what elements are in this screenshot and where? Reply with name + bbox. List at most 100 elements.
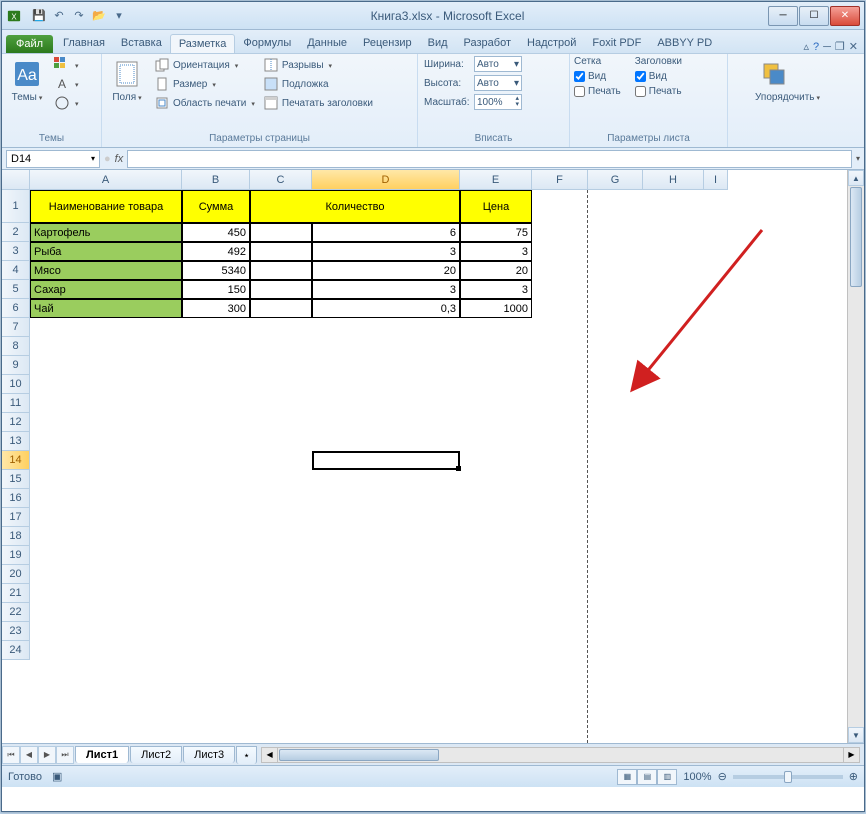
expand-formula-icon[interactable]: ▾	[856, 154, 860, 163]
cell-sum-5[interactable]: 150	[182, 280, 250, 299]
header-price[interactable]: Цена	[460, 190, 532, 223]
row-header-19[interactable]: 19	[2, 546, 30, 565]
cell-sum-3[interactable]: 492	[182, 242, 250, 261]
row-header-11[interactable]: 11	[2, 394, 30, 413]
scale-input[interactable]: 100%▴▾	[474, 94, 522, 110]
cell-qty-4[interactable]: 20	[312, 261, 460, 280]
row-header-5[interactable]: 5	[2, 280, 30, 299]
cell-price-3[interactable]: 3	[460, 242, 532, 261]
ribbon-minimize-icon[interactable]: ▵	[803, 40, 809, 53]
cell-c-5[interactable]	[250, 280, 312, 299]
background-button[interactable]: Подложка	[261, 75, 375, 93]
cell-name-3[interactable]: Рыба	[30, 242, 182, 261]
row-header-12[interactable]: 12	[2, 413, 30, 432]
redo-icon[interactable]: ↷	[70, 7, 88, 25]
row-header-18[interactable]: 18	[2, 527, 30, 546]
row-header-1[interactable]: 1	[2, 190, 30, 223]
row-header-17[interactable]: 17	[2, 508, 30, 527]
open-icon[interactable]: 📂	[90, 7, 108, 25]
formula-input[interactable]	[127, 150, 852, 168]
page-break-view-button[interactable]: ▥	[657, 769, 677, 785]
maximize-button[interactable]: ☐	[799, 6, 829, 26]
column-header-A[interactable]: A	[30, 170, 182, 190]
size-button[interactable]: Размер	[152, 75, 257, 93]
cell-qty-2[interactable]: 6	[312, 223, 460, 242]
sheet-tab-1[interactable]: Лист2	[130, 746, 182, 763]
selected-cell[interactable]	[312, 451, 460, 470]
cell-sum-6[interactable]: 300	[182, 299, 250, 318]
column-header-D[interactable]: D	[312, 170, 460, 190]
cell-name-2[interactable]: Картофель	[30, 223, 182, 242]
cell-qty-3[interactable]: 3	[312, 242, 460, 261]
cell-price-2[interactable]: 75	[460, 223, 532, 242]
theme-effects-button[interactable]	[52, 94, 81, 112]
ribbon-tab-2[interactable]: Разметка	[170, 34, 236, 53]
doc-minimize-icon[interactable]: ─	[823, 41, 831, 53]
undo-icon[interactable]: ↶	[50, 7, 68, 25]
headings-print-checkbox[interactable]: Печать	[635, 86, 682, 97]
cell-c-6[interactable]	[250, 299, 312, 318]
row-header-2[interactable]: 2	[2, 223, 30, 242]
sheet-nav-prev[interactable]: ◀	[20, 746, 38, 764]
cell-name-5[interactable]: Сахар	[30, 280, 182, 299]
sheet-nav-last[interactable]: ⏭	[56, 746, 74, 764]
print-titles-button[interactable]: Печатать заголовки	[261, 94, 375, 112]
sheet-tab-2[interactable]: Лист3	[183, 746, 235, 763]
cell-sum-4[interactable]: 5340	[182, 261, 250, 280]
arrange-button[interactable]: Упорядочить	[753, 56, 795, 105]
column-header-G[interactable]: G	[588, 170, 643, 190]
themes-button[interactable]: Aa Темы	[6, 56, 48, 105]
header-sum[interactable]: Сумма	[182, 190, 250, 223]
row-header-14[interactable]: 14	[2, 451, 30, 470]
column-header-C[interactable]: C	[250, 170, 312, 190]
cell-name-6[interactable]: Чай	[30, 299, 182, 318]
column-header-F[interactable]: F	[532, 170, 588, 190]
select-all-corner[interactable]	[2, 170, 30, 190]
headings-view-checkbox[interactable]: Вид	[635, 71, 682, 82]
sheet-nav-next[interactable]: ▶	[38, 746, 56, 764]
sheet-tab-0[interactable]: Лист1	[75, 746, 129, 763]
scroll-left-icon[interactable]: ◀	[262, 748, 278, 762]
spreadsheet-grid[interactable]: ABCDEFGHI 123456789101112131415161718192…	[2, 170, 864, 743]
column-header-E[interactable]: E	[460, 170, 532, 190]
fx-icon[interactable]: fx	[115, 153, 124, 165]
ribbon-tab-9[interactable]: Foxit PDF	[584, 34, 649, 53]
cell-qty-5[interactable]: 3	[312, 280, 460, 299]
zoom-level[interactable]: 100%	[683, 771, 711, 783]
header-name[interactable]: Наименование товара	[30, 190, 182, 223]
ribbon-tab-5[interactable]: Рецензир	[355, 34, 420, 53]
ribbon-tab-6[interactable]: Вид	[420, 34, 456, 53]
row-header-20[interactable]: 20	[2, 565, 30, 584]
cell-price-4[interactable]: 20	[460, 261, 532, 280]
zoom-slider[interactable]	[733, 775, 843, 779]
minimize-button[interactable]: ─	[768, 6, 798, 26]
close-button[interactable]: ✕	[830, 6, 860, 26]
file-tab[interactable]: Файл	[6, 35, 53, 53]
print-area-button[interactable]: Область печати	[152, 94, 257, 112]
column-header-B[interactable]: B	[182, 170, 250, 190]
zoom-out-button[interactable]: ⊖	[718, 770, 727, 783]
header-qty[interactable]: Количество	[250, 190, 460, 223]
row-header-16[interactable]: 16	[2, 489, 30, 508]
cell-c-4[interactable]	[250, 261, 312, 280]
help-icon[interactable]: ?	[813, 41, 819, 53]
name-box[interactable]: D14▾	[6, 150, 100, 168]
zoom-in-button[interactable]: ⊕	[849, 770, 858, 783]
sheet-nav-first[interactable]: ⏮	[2, 746, 20, 764]
row-header-15[interactable]: 15	[2, 470, 30, 489]
cell-name-4[interactable]: Мясо	[30, 261, 182, 280]
height-select[interactable]: Авто▾	[474, 75, 522, 91]
dropdown-icon[interactable]: ▾	[110, 7, 128, 25]
horizontal-scrollbar[interactable]: ◀ ▶	[261, 747, 860, 763]
vertical-scrollbar[interactable]: ▲ ▼	[847, 170, 864, 743]
macro-record-icon[interactable]: ▣	[52, 770, 62, 783]
row-header-9[interactable]: 9	[2, 356, 30, 375]
width-select[interactable]: Авто▾	[474, 56, 522, 72]
cell-qty-6[interactable]: 0,3	[312, 299, 460, 318]
doc-close-icon[interactable]: ✕	[849, 40, 858, 53]
ribbon-tab-0[interactable]: Главная	[55, 34, 113, 53]
cell-sum-2[interactable]: 450	[182, 223, 250, 242]
row-header-21[interactable]: 21	[2, 584, 30, 603]
orientation-button[interactable]: Ориентация	[152, 56, 257, 74]
ribbon-tab-10[interactable]: ABBYY PD	[649, 34, 720, 53]
